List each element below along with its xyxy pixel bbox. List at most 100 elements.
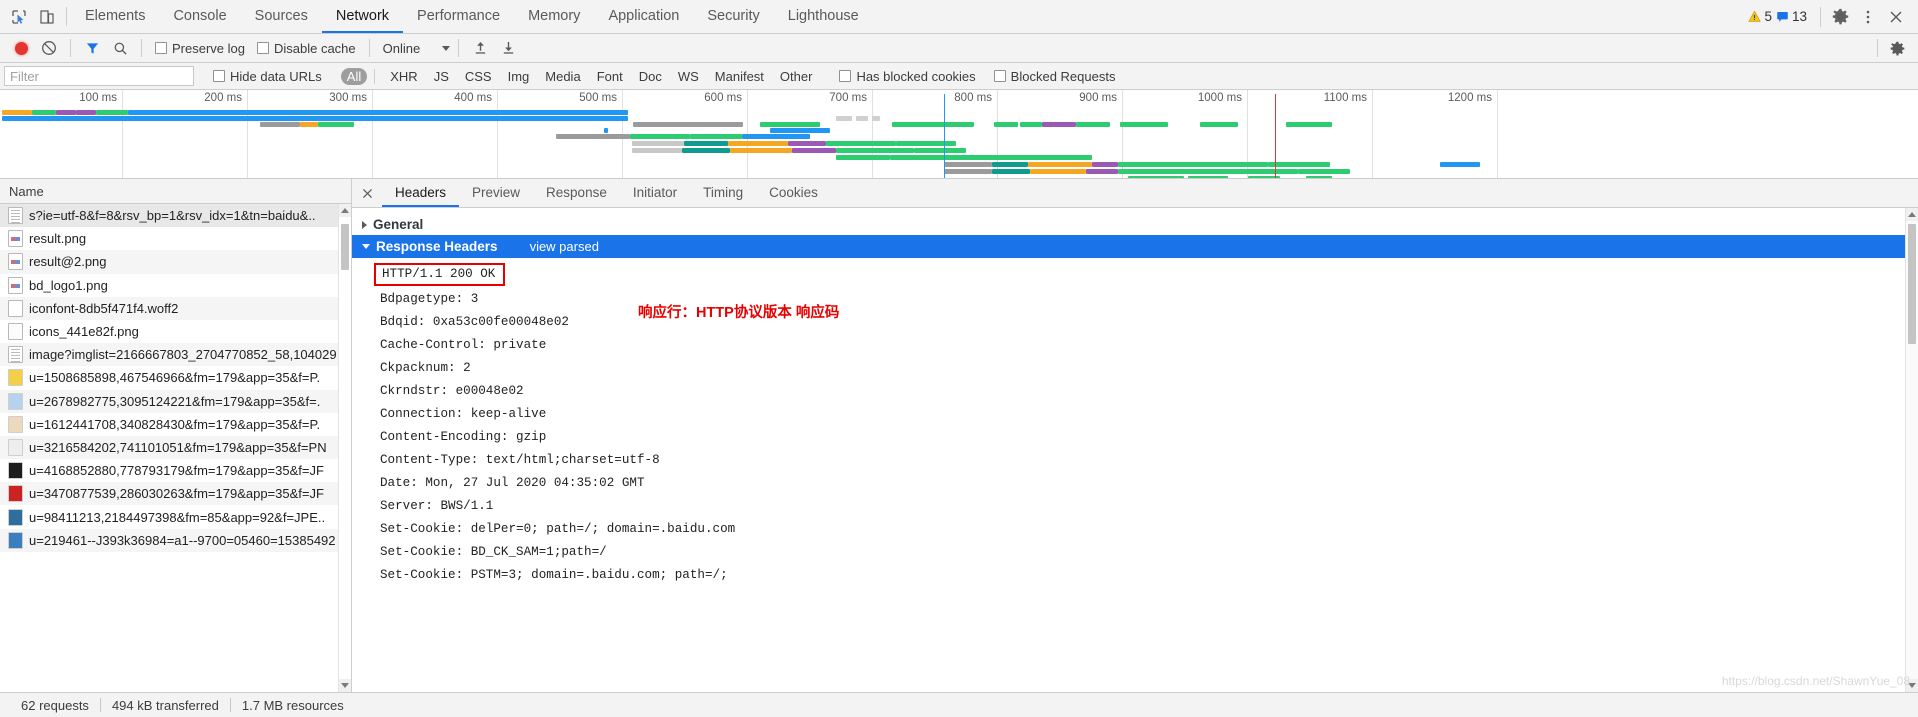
device-toolbar-icon[interactable] bbox=[38, 8, 56, 26]
tab-label: Memory bbox=[528, 7, 581, 24]
table-row[interactable]: u=1508685898,467546966&fm=179&app=35&f=P… bbox=[0, 366, 351, 389]
tab-label: Cookies bbox=[769, 184, 818, 200]
filter-type-css[interactable]: CSS bbox=[457, 68, 500, 85]
header-line: Ckrndstr: e00048e02 bbox=[380, 384, 524, 398]
tabbar-left-icons bbox=[0, 0, 62, 33]
tab-console[interactable]: Console bbox=[159, 0, 240, 33]
table-row[interactable]: u=3470877539,286030263&fm=179&app=35&f=J… bbox=[0, 482, 351, 506]
tab-label: Application bbox=[608, 7, 680, 24]
tab-lighthouse[interactable]: Lighthouse bbox=[774, 0, 873, 33]
tab-response[interactable]: Response bbox=[533, 179, 620, 207]
status-line: HTTP/1.1 200 OK bbox=[374, 263, 506, 286]
tab-initiator[interactable]: Initiator bbox=[620, 179, 690, 207]
header-line: Set-Cookie: delPer=0; path=/; domain=.ba… bbox=[380, 522, 736, 536]
table-row[interactable]: u=98411213,2184497398&fm=85&app=92&f=JPE… bbox=[0, 505, 351, 528]
tab-label: Console bbox=[173, 7, 227, 24]
filter-type-doc[interactable]: Doc bbox=[631, 68, 670, 85]
request-name: image?imglist=2166667803_2704770852_58,1… bbox=[29, 347, 337, 363]
tab-sources[interactable]: Sources bbox=[241, 0, 322, 33]
tab-preview[interactable]: Preview bbox=[459, 179, 533, 207]
scrollbar-thumb[interactable] bbox=[1908, 224, 1916, 344]
toolbar-right-group bbox=[1871, 36, 1918, 60]
message-badge[interactable]: 13 bbox=[1776, 9, 1807, 24]
response-headers-label: Response Headers bbox=[376, 239, 498, 254]
scroll-up-icon[interactable] bbox=[339, 204, 351, 217]
network-overview[interactable]: 100 ms 200 ms 300 ms 400 ms 500 ms 600 m… bbox=[0, 90, 1918, 179]
filter-type-js[interactable]: JS bbox=[426, 68, 457, 85]
filter-type-xhr[interactable]: XHR bbox=[382, 68, 425, 85]
warning-badge[interactable]: 5 bbox=[1748, 9, 1772, 24]
filter-button[interactable] bbox=[79, 36, 105, 60]
issue-badges[interactable]: 5 13 bbox=[1748, 9, 1814, 24]
tab-performance[interactable]: Performance bbox=[403, 0, 514, 33]
image-icon bbox=[8, 369, 23, 387]
network-settings-gear[interactable] bbox=[1884, 36, 1910, 60]
header-line: Content-Type: text/html;charset=utf-8 bbox=[380, 453, 660, 467]
close-icon[interactable] bbox=[1883, 4, 1909, 30]
filter-type-all[interactable]: All bbox=[340, 67, 368, 85]
tab-memory[interactable]: Memory bbox=[514, 0, 594, 33]
table-row[interactable]: s?ie=utf-8&f=8&rsv_bp=1&rsv_idx=1&tn=bai… bbox=[0, 204, 351, 228]
throttling-dropdown[interactable]: Online bbox=[378, 41, 451, 56]
filter-type-ws[interactable]: WS bbox=[670, 68, 707, 85]
filter-type-media[interactable]: Media bbox=[537, 68, 588, 85]
table-row[interactable]: u=2678982775,3095124221&fm=179&app=35&f=… bbox=[0, 389, 351, 413]
details-scrollbar[interactable] bbox=[1905, 208, 1918, 692]
table-row[interactable]: u=219461--J393k36984=a1--9700=05460=1538… bbox=[0, 528, 351, 552]
filter-type-other[interactable]: Other bbox=[772, 68, 821, 85]
view-parsed-link[interactable]: view parsed bbox=[530, 239, 599, 254]
tab-elements[interactable]: Elements bbox=[71, 0, 159, 33]
import-har-button[interactable] bbox=[467, 36, 493, 60]
tab-application[interactable]: Application bbox=[594, 0, 693, 33]
search-button[interactable] bbox=[107, 36, 133, 60]
preserve-log-checkbox[interactable]: Preserve log bbox=[150, 41, 250, 56]
request-list-header[interactable]: Name bbox=[0, 179, 351, 204]
table-row[interactable]: result@2.png bbox=[0, 250, 351, 274]
hide-data-urls-checkbox[interactable]: Hide data URLs bbox=[208, 69, 327, 84]
gear-icon[interactable] bbox=[1827, 4, 1853, 30]
request-list[interactable]: s?ie=utf-8&f=8&rsv_bp=1&rsv_idx=1&tn=bai… bbox=[0, 204, 351, 692]
filter-type-img[interactable]: Img bbox=[500, 68, 538, 85]
tab-cookies[interactable]: Cookies bbox=[756, 179, 831, 207]
scroll-down-icon[interactable] bbox=[339, 679, 351, 692]
inspect-element-icon[interactable] bbox=[10, 8, 28, 26]
table-row[interactable]: bd_logo1.png bbox=[0, 274, 351, 297]
record-button[interactable] bbox=[8, 36, 34, 60]
filter-type-label: JS bbox=[433, 68, 449, 84]
scroll-up-icon[interactable] bbox=[1906, 208, 1918, 221]
tick-label: 300 ms bbox=[329, 92, 367, 104]
table-row[interactable]: u=3216584202,741101051&fm=179&app=35&f=P… bbox=[0, 435, 351, 460]
export-har-button[interactable] bbox=[495, 36, 521, 60]
table-row[interactable]: result.png bbox=[0, 227, 351, 250]
filter-input[interactable] bbox=[4, 66, 194, 86]
image-icon bbox=[8, 323, 23, 341]
general-section-header[interactable]: General bbox=[352, 214, 1918, 235]
tick-label: 500 ms bbox=[579, 92, 617, 104]
header-line: Ckpacknum: 2 bbox=[380, 361, 471, 375]
header-line: Connection: keep-alive bbox=[380, 407, 547, 421]
image-icon bbox=[8, 508, 23, 526]
close-details-icon[interactable] bbox=[352, 179, 382, 207]
checkbox-box bbox=[213, 70, 225, 82]
more-vertical-icon[interactable] bbox=[1855, 4, 1881, 30]
tab-headers[interactable]: Headers bbox=[382, 179, 460, 207]
scrollbar-thumb[interactable] bbox=[341, 224, 349, 270]
filter-type-manifest[interactable]: Manifest bbox=[707, 68, 772, 85]
disable-cache-checkbox[interactable]: Disable cache bbox=[252, 41, 361, 56]
table-row[interactable]: icons_441e82f.png bbox=[0, 320, 351, 343]
table-row[interactable]: u=1612441708,340828430&fm=179&app=35&f=P… bbox=[0, 413, 351, 436]
tab-network[interactable]: Network bbox=[321, 0, 404, 33]
message-bubble-icon bbox=[1777, 12, 1788, 22]
table-row[interactable]: u=4168852880,778793179&fm=179&app=35&f=J… bbox=[0, 459, 351, 482]
request-name: u=1508685898,467546966&fm=179&app=35&f=P… bbox=[29, 370, 321, 386]
clear-button[interactable] bbox=[36, 36, 62, 60]
response-headers-section-header[interactable]: Response Headers view parsed bbox=[352, 235, 1918, 258]
table-row[interactable]: iconfont-8db5f471f4.woff2 bbox=[0, 296, 351, 320]
request-list-scrollbar[interactable] bbox=[338, 204, 351, 692]
filter-type-font[interactable]: Font bbox=[589, 68, 631, 85]
tab-security[interactable]: Security bbox=[693, 0, 773, 33]
tab-timing[interactable]: Timing bbox=[690, 179, 756, 207]
blocked-requests-checkbox[interactable]: Blocked Requests bbox=[989, 69, 1121, 84]
has-blocked-cookies-checkbox[interactable]: Has blocked cookies bbox=[834, 69, 980, 84]
table-row[interactable]: image?imglist=2166667803_2704770852_58,1… bbox=[0, 343, 351, 367]
